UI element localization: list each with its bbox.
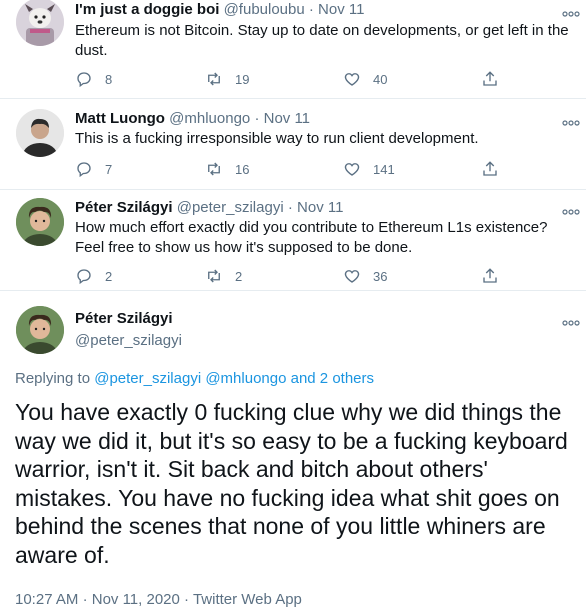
retweet-count: 19 — [235, 71, 250, 87]
tweet-date[interactable]: Nov 11 — [264, 110, 310, 127]
separator-dot: · — [308, 1, 314, 18]
reply-button[interactable]: 7 — [75, 159, 112, 179]
tweet-time[interactable]: 10:27 AM — [15, 591, 78, 608]
reply-tweet-2[interactable]: Matt Luongo @mhluongo · Nov 11 This is a… — [0, 109, 586, 189]
retweet-icon — [208, 162, 220, 176]
tweet-actions: 2 2 36 — [75, 266, 580, 286]
reply-button[interactable]: 8 — [75, 69, 112, 89]
author-handle[interactable]: @mhluongo — [169, 110, 250, 127]
reply-count: 2 — [105, 268, 113, 284]
reply-tweet-1[interactable]: I'm just a doggie boi @fubuloubu · Nov 1… — [0, 0, 586, 98]
like-button[interactable]: 40 — [343, 69, 387, 89]
separator-dot: · — [287, 199, 293, 216]
author-name[interactable]: Péter Szilágyi — [75, 199, 173, 216]
reply-count: 7 — [105, 161, 113, 177]
tweet-header: Matt Luongo @mhluongo · Nov 11 — [75, 109, 310, 129]
reply-button[interactable]: 2 — [75, 266, 112, 286]
replying-others-link[interactable]: and 2 others — [291, 370, 374, 387]
tweet-meta: 10:27 AM · Nov 11, 2020 · Twitter Web Ap… — [15, 590, 302, 610]
tweet-date[interactable]: Nov 11 — [318, 1, 364, 18]
divider — [0, 189, 586, 190]
like-button[interactable]: 141 — [343, 159, 395, 179]
separator-dot: · — [184, 591, 190, 608]
like-count: 141 — [373, 161, 395, 177]
author-name[interactable]: I'm just a doggie boi — [75, 1, 219, 18]
more-options-icon[interactable] — [561, 204, 581, 215]
more-options-icon[interactable] — [561, 6, 581, 17]
share-button[interactable] — [481, 159, 499, 179]
retweet-button[interactable]: 19 — [205, 69, 249, 89]
tweet-text: Ethereum is not Bitcoin. Stay up to date… — [75, 22, 569, 59]
replying-users-link[interactable]: @peter_szilagyi @mhluongo — [94, 370, 286, 387]
retweet-button[interactable]: 16 — [205, 159, 249, 179]
tweet-text: This is a fucking irresponsible way to r… — [75, 130, 479, 147]
share-button[interactable] — [481, 69, 499, 89]
tweet-text: How much effort exactly did you contribu… — [75, 219, 548, 256]
heart-icon — [344, 270, 360, 283]
author-name[interactable]: Matt Luongo — [75, 110, 165, 127]
person-avatar-icon[interactable] — [16, 198, 64, 246]
separator-dot: · — [82, 591, 88, 608]
author-handle[interactable]: @fubuloubu — [224, 1, 305, 18]
author-handle[interactable]: @peter_szilagyi — [177, 199, 284, 216]
retweet-count: 2 — [235, 268, 243, 284]
retweet-icon — [208, 72, 220, 86]
reply-icon — [77, 162, 91, 178]
separator-dot: · — [254, 110, 260, 127]
reply-icon — [77, 269, 91, 285]
tweet-date[interactable]: Nov 11, 2020 — [92, 591, 180, 608]
reply-icon — [77, 72, 91, 88]
divider — [0, 290, 586, 291]
share-icon — [483, 161, 497, 176]
main-tweet-header: Péter Szilágyi @peter_szilagyi — [75, 309, 182, 351]
tweet-actions: 7 16 141 — [75, 159, 580, 179]
author-handle[interactable]: @peter_szilagyi — [75, 331, 182, 351]
heart-icon — [344, 163, 360, 176]
replying-to: Replying to @peter_szilagyi @mhluongo an… — [15, 369, 374, 389]
share-button[interactable] — [481, 266, 499, 286]
retweet-count: 16 — [235, 161, 250, 177]
main-tweet-text: You have exactly 0 fucking clue why we d… — [15, 399, 568, 568]
share-icon — [483, 268, 497, 283]
tweet-date[interactable]: Nov 11 — [297, 199, 343, 216]
heart-icon — [344, 73, 360, 86]
like-button[interactable]: 36 — [343, 266, 387, 286]
person-avatar-icon[interactable] — [16, 306, 64, 354]
divider — [0, 98, 586, 99]
more-options-icon[interactable] — [561, 115, 581, 126]
tweet-source[interactable]: Twitter Web App — [193, 591, 302, 608]
like-count: 40 — [373, 71, 388, 87]
tweet-header: Péter Szilágyi @peter_szilagyi · Nov 11 — [75, 198, 343, 218]
retweet-button[interactable]: 2 — [205, 266, 242, 286]
replying-prefix: Replying to — [15, 370, 91, 387]
doggie-avatar-icon[interactable] — [16, 0, 64, 46]
retweet-icon — [208, 269, 220, 283]
person-avatar-icon[interactable] — [16, 109, 64, 157]
tweet-actions: 8 19 40 — [75, 69, 580, 89]
reply-count: 8 — [105, 71, 113, 87]
author-name[interactable]: Péter Szilágyi — [75, 309, 182, 329]
like-count: 36 — [373, 268, 388, 284]
more-options-icon[interactable] — [561, 315, 581, 326]
tweet-header: I'm just a doggie boi @fubuloubu · Nov 1… — [75, 0, 364, 20]
reply-tweet-3[interactable]: Péter Szilágyi @peter_szilagyi · Nov 11 … — [0, 198, 586, 290]
share-icon — [483, 71, 497, 86]
